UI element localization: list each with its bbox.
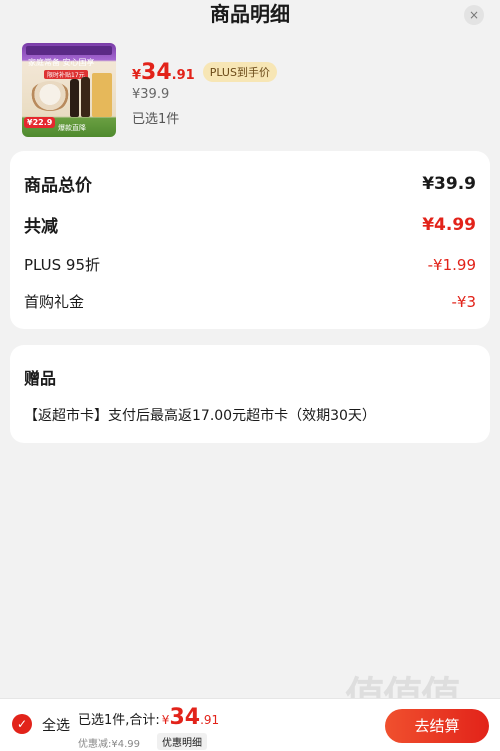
thumbnail-label: 爆款直降 xyxy=(58,124,86,132)
gift-box-image xyxy=(92,73,112,117)
gift-description: 【返超市卡】支付后最高返17.00元超市卡（效期30天） xyxy=(24,408,376,424)
total-reduction-value: ¥4.99 xyxy=(422,214,476,235)
original-price: ¥39.9 xyxy=(132,87,170,102)
bottle-image xyxy=(70,79,79,117)
product-thumbnail[interactable]: 家庭常备 安心国享 限时补贴17元 ¥22.9 爆款直降 xyxy=(22,43,116,137)
plus-discount-row: PLUS 95折 -¥1.99 xyxy=(24,254,476,275)
total-decimal: .91 xyxy=(200,713,220,727)
gift-card: 赠品 【返超市卡】支付后最高返17.00元超市卡（效期30天） xyxy=(10,345,490,443)
price-decimal: .91 xyxy=(171,68,195,83)
price-integer: 34 xyxy=(141,60,172,85)
first-purchase-gift-row: 首购礼金 -¥3 xyxy=(24,291,476,312)
plus-discount-value: -¥1.99 xyxy=(427,255,476,274)
close-icon[interactable]: × xyxy=(464,5,484,25)
select-all-checkbox[interactable]: ✓ xyxy=(12,714,32,734)
discount-detail-button[interactable]: 优惠明细 xyxy=(157,733,207,750)
total-integer: 34 xyxy=(169,705,201,730)
sheet-title: 商品明细 xyxy=(210,2,290,26)
bowl-image xyxy=(30,81,70,111)
price-row: ¥ 34 .91 PLUS到手价 xyxy=(132,57,277,85)
bottle-image xyxy=(81,77,90,117)
total-currency: ¥ xyxy=(161,713,170,727)
plus-price: ¥ 34 .91 xyxy=(132,60,195,85)
gift-title: 赠品 xyxy=(24,369,57,388)
price-summary-card: 商品总价 ¥39.9 共减 ¥4.99 PLUS 95折 -¥1.99 首购礼金… xyxy=(10,151,490,329)
discount-text: 优惠减:¥4.99 xyxy=(78,739,140,750)
plus-badge: PLUS到手价 xyxy=(202,62,277,82)
thumbnail-banner xyxy=(26,46,112,55)
total-price-row: 商品总价 ¥39.9 xyxy=(24,171,476,197)
product-item[interactable]: 家庭常备 安心国享 限时补贴17元 ¥22.9 爆款直降 ¥ 34 .91 PL… xyxy=(22,43,482,139)
checkout-button[interactable]: 去结算 xyxy=(385,709,489,743)
total-price-value: ¥39.9 xyxy=(422,173,476,194)
currency-symbol: ¥ xyxy=(132,68,142,83)
total-price-label: 商品总价 xyxy=(24,176,92,196)
total-reduction-label: 共减 xyxy=(24,217,58,237)
thumbnail-headline: 家庭常备 安心国享 xyxy=(28,58,95,67)
total-reduction-row: 共减 ¥4.99 xyxy=(24,212,476,238)
first-purchase-gift-label: 首购礼金 xyxy=(24,293,85,311)
plus-discount-label: PLUS 95折 xyxy=(24,256,101,274)
first-purchase-gift-value: -¥3 xyxy=(451,292,477,311)
thumbnail-price-tag: ¥22.9 xyxy=(24,117,56,128)
select-all-label[interactable]: 全选 xyxy=(42,715,70,735)
total-label: 已选1件,合计: xyxy=(78,713,160,728)
selected-count: 已选1件 xyxy=(132,112,180,127)
total-line: 已选1件,合计: ¥ 34 .91 xyxy=(78,705,219,730)
checkout-bar: ✓ 全选 已选1件,合计: ¥ 34 .91 优惠减:¥4.99 优惠明细 去结… xyxy=(0,698,500,751)
